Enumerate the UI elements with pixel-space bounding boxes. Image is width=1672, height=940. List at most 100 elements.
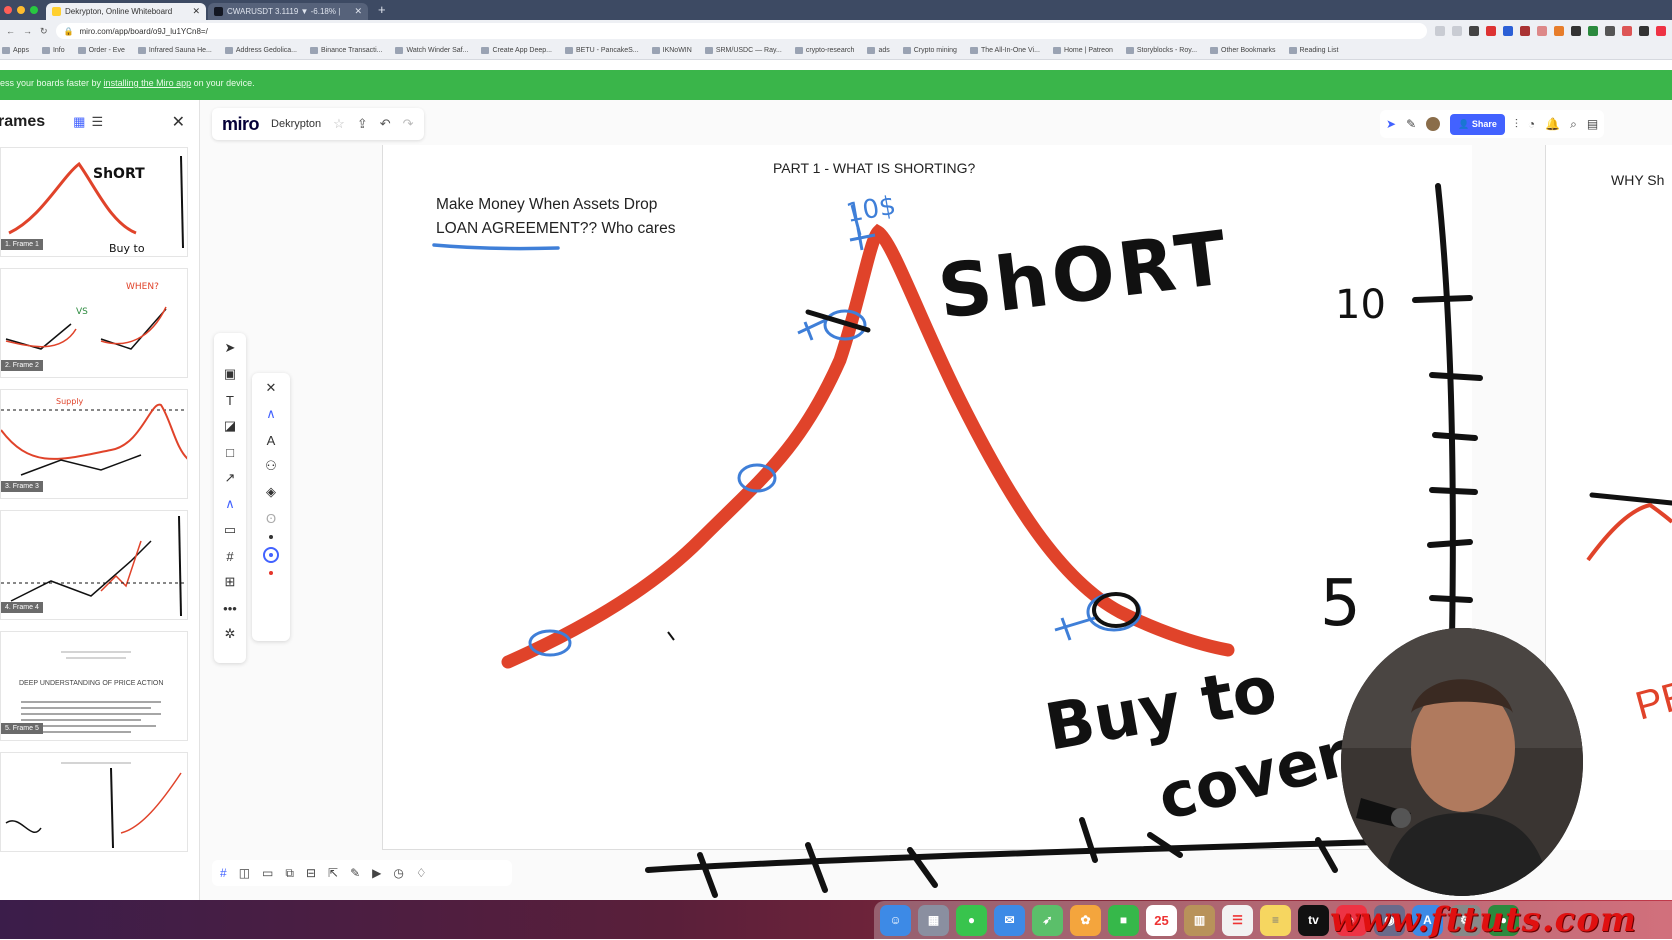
kanban-icon[interactable]: ⊟	[306, 866, 316, 880]
close-pen-panel-icon[interactable]: ✕	[261, 379, 281, 397]
contacts-icon[interactable]: ▥	[1184, 904, 1215, 936]
smart-drawing-icon[interactable]: ⚇	[261, 457, 281, 475]
board-name[interactable]: Dekrypton	[271, 118, 321, 130]
frame-label: 4. Frame 4	[1, 602, 43, 613]
y-axis	[1435, 183, 1456, 643]
video-icon[interactable]: ▶	[372, 866, 381, 880]
frame-thumbnail-2[interactable]: WHEN? VS 2. Frame 2	[0, 268, 188, 378]
comments-icon[interactable]: ◫	[239, 866, 250, 880]
watermark-text: www.fttuts.com	[1330, 900, 1638, 940]
svg-text:WHEN?: WHEN?	[126, 282, 159, 292]
stroke-size-small[interactable]	[269, 535, 273, 539]
share-label: Share	[1471, 118, 1497, 129]
calendar-day: 25	[1154, 912, 1169, 928]
cards-icon[interactable]: ⧉	[285, 866, 294, 881]
undo-icon[interactable]: ↶	[380, 116, 391, 132]
timer-icon[interactable]: ◷	[393, 866, 403, 880]
board-toolbar: miro Dekrypton ☆ ⇪ ↶ ↷	[212, 108, 424, 140]
presenter-video	[1341, 628, 1583, 896]
shape-tool-icon[interactable]: □	[221, 443, 239, 461]
chat-icon[interactable]: ▭	[262, 866, 273, 880]
collaboration-toolbar: ➤ ✎ 👤 Share ⫶ ◔ 🔔 ⌕ ▤	[1380, 110, 1605, 138]
stroke-color-selected[interactable]	[263, 547, 279, 563]
star-icon[interactable]: ☆	[333, 116, 345, 132]
bottom-toolbar: # ◫ ▭ ⧉ ⊟ ⇱ ✎ ▶ ◷ ♢	[212, 860, 512, 886]
frame-label: 5. Frame 5	[1, 723, 43, 734]
bell-icon[interactable]: 🔔	[1545, 117, 1560, 131]
pen-options-panel: ✕ ∧ A ⚇ ◈ ʘ	[252, 373, 290, 641]
frame-thumbnail-4[interactable]: 4. Frame 4	[0, 510, 188, 620]
grid-view-icon[interactable]: ▦	[73, 114, 85, 130]
reactions-icon[interactable]: ✎	[1406, 117, 1416, 131]
cover-arrow	[1054, 616, 1096, 641]
svg-text:ShORT: ShORT	[93, 166, 145, 182]
frames-panel-header: rames ▦ ☰ ✕	[0, 100, 199, 144]
pen-tool-icon[interactable]: ∧	[221, 495, 239, 513]
stray-mark	[667, 631, 675, 641]
svg-text:Supply: Supply	[56, 397, 84, 406]
user-avatar[interactable]	[1426, 117, 1441, 131]
tick-label-10: 10	[1335, 282, 1386, 328]
list-view-icon[interactable]: ☰	[91, 114, 103, 130]
partial-red-curve	[1586, 502, 1672, 562]
x-axis	[645, 839, 1383, 873]
notes-icon[interactable]: ≡	[1260, 904, 1291, 936]
connection-line-icon[interactable]: ↗	[221, 469, 239, 487]
frame-thumbnail-1[interactable]: ShORT Buy to 1. Frame 1	[0, 147, 188, 257]
highlighter-icon[interactable]: A	[261, 431, 281, 449]
more-tools-icon[interactable]: •••	[221, 599, 239, 617]
settings-sliders-icon[interactable]: ⫶	[1515, 117, 1518, 132]
voting-icon[interactable]: ♢	[416, 866, 427, 880]
frames-icon[interactable]: #	[220, 866, 227, 880]
upload-icon[interactable]: ⊞	[221, 573, 239, 591]
frame-thumbnail-3[interactable]: Supply 3. Frame 3	[0, 389, 188, 499]
search-icon[interactable]: ⌕	[1570, 117, 1577, 132]
comment-tool-icon[interactable]: ▭	[221, 521, 239, 539]
frame-label: 1. Frame 1	[1, 239, 43, 250]
finder-icon[interactable]: ☺	[880, 904, 911, 936]
svg-text:VS: VS	[76, 307, 88, 317]
underline-stroke	[432, 243, 560, 251]
frame-label: 2. Frame 2	[1, 360, 43, 371]
facetime-icon[interactable]: ■	[1108, 904, 1139, 936]
mail-icon[interactable]: ✉	[994, 904, 1025, 936]
comments-icon[interactable]: ◔	[1528, 117, 1535, 131]
close-panel-icon[interactable]: ✕	[172, 112, 185, 132]
export-icon[interactable]: ⇪	[357, 116, 368, 132]
menu-icon[interactable]: ▤	[1587, 117, 1598, 131]
reminders-icon[interactable]: ☰	[1222, 904, 1253, 936]
templates-icon[interactable]: ▣	[221, 365, 239, 383]
select-cursor-icon[interactable]: ➤	[221, 339, 239, 357]
frames-panel: rames ▦ ☰ ✕ ShORT Buy to 1. Frame 1 WHEN…	[0, 100, 200, 900]
notes-icon[interactable]: ✎	[350, 866, 360, 880]
launchpad-icon[interactable]: ▦	[918, 904, 949, 936]
calendar-icon[interactable]: 25	[1146, 904, 1177, 936]
photos-icon[interactable]: ✿	[1070, 904, 1101, 936]
tick-label-5: 5	[1320, 567, 1361, 641]
eraser-icon[interactable]: ◈	[261, 483, 281, 501]
frame-thumbnail-6[interactable]	[0, 752, 188, 852]
frame-thumbnail-5[interactable]: DEEP UNDERSTANDING OF PRICE ACTION 5. Fr…	[0, 631, 188, 741]
view-toggle: ▦ ☰	[73, 114, 103, 130]
share-screen-icon[interactable]: ⇱	[328, 866, 338, 880]
frame-label: 3. Frame 3	[1, 481, 43, 492]
short-handwriting: ShORT	[934, 215, 1235, 336]
cursor-icon[interactable]: ➤	[1386, 117, 1396, 131]
share-button[interactable]: 👤 Share	[1450, 113, 1505, 135]
maps-icon[interactable]: ➶	[1032, 904, 1063, 936]
apple-tv-icon[interactable]: tv	[1298, 904, 1329, 936]
top-price-label: 10$	[844, 191, 898, 229]
lasso-icon[interactable]: ʘ	[261, 509, 281, 527]
apps-icon[interactable]: ✲	[221, 625, 239, 643]
partial-line	[1589, 492, 1672, 506]
frame-tool-icon[interactable]: #	[221, 547, 239, 565]
miro-logo[interactable]: miro	[222, 114, 260, 135]
pen-icon[interactable]: ∧	[261, 405, 281, 423]
redo-icon[interactable]: ↷	[403, 116, 414, 132]
stroke-color-red[interactable]	[269, 571, 273, 575]
svg-text:Buy to: Buy to	[109, 242, 145, 255]
sticky-note-icon[interactable]: ◪	[221, 417, 239, 435]
text-tool-icon[interactable]: T	[221, 391, 239, 409]
partial-right-text: PRE	[1631, 665, 1672, 729]
messages-icon[interactable]: ●	[956, 904, 987, 936]
